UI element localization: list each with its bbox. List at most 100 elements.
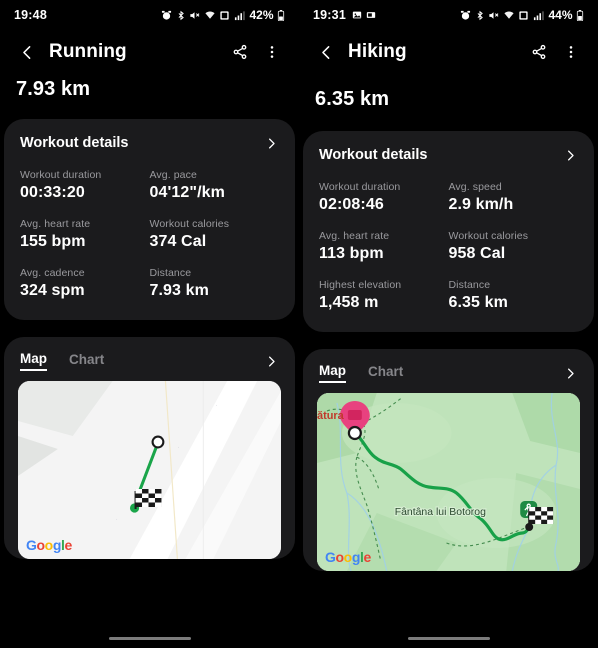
map-card-chevron-button[interactable] — [563, 366, 578, 381]
metric-item: Avg. speed 2.9 km/h — [449, 181, 579, 214]
tab-chart[interactable]: Chart — [368, 364, 403, 382]
tab-map[interactable]: Map — [20, 351, 47, 371]
start-marker — [347, 425, 362, 441]
app-bar-actions — [526, 39, 584, 65]
share-icon — [532, 44, 546, 60]
more-vert-icon — [270, 46, 274, 58]
workout-details-title: Workout details — [319, 147, 428, 163]
chevron-right-icon — [269, 138, 275, 148]
map-label-place-2: Fântâna lui Botorog — [395, 507, 486, 518]
share-button[interactable] — [227, 39, 253, 65]
map-canvas: ătura Fântâna lui Botorog — [317, 393, 580, 571]
battery-percent: 44% — [548, 8, 573, 22]
metric-item: Avg. heart rate 113 bpm — [319, 230, 449, 263]
metric-label: Workout duration — [319, 181, 401, 193]
metric-value: 113 bpm — [319, 245, 384, 262]
metric-item: Workout calories 958 Cal — [449, 230, 579, 263]
wifi-icon — [205, 10, 215, 19]
status-time: 19:31 — [313, 8, 346, 22]
metric-label: Workout duration — [20, 169, 102, 181]
map-preview-running[interactable]: · · · Google — [18, 381, 281, 559]
back-icon — [22, 45, 30, 59]
distance-headline: 7.93 km — [16, 78, 91, 100]
status-icons: 42% — [161, 8, 285, 22]
back-icon — [321, 45, 329, 59]
status-bar: 19:31 44% — [299, 0, 598, 30]
metric-value: 155 bpm — [20, 233, 86, 250]
map-canvas: · · · — [18, 381, 281, 559]
mute-icon — [489, 11, 499, 19]
status-time: 19:48 — [14, 8, 47, 22]
workout-details-header[interactable]: Workout details — [303, 131, 594, 163]
metrics-grid: Workout duration 00:33:20 Avg. pace 04'1… — [4, 151, 295, 320]
image-icon — [352, 11, 362, 19]
finish-flag-marker — [134, 489, 162, 509]
metric-item: Workout duration 02:08:46 — [319, 181, 449, 214]
tab-chart[interactable]: Chart — [69, 352, 104, 370]
metric-label: Workout calories — [448, 230, 529, 242]
workout-details-card[interactable]: Workout details Workout duration 00:33:2… — [4, 119, 295, 320]
metric-item: Distance 6.35 km — [449, 279, 579, 312]
metric-value: 00:33:20 — [20, 184, 85, 201]
share-icon — [233, 44, 247, 60]
metric-label: Workout calories — [149, 218, 230, 230]
battery-icon — [277, 9, 285, 21]
chevron-right-icon — [568, 368, 574, 378]
metric-item: Distance 7.93 km — [150, 267, 280, 300]
metric-item: Avg. heart rate 155 bpm — [20, 218, 150, 251]
more-options-button[interactable] — [558, 39, 584, 65]
signal-icon — [533, 10, 544, 20]
page-title: Running — [49, 41, 127, 62]
battery-icon — [576, 9, 584, 21]
chevron-right-icon — [568, 150, 574, 160]
tab-map[interactable]: Map — [319, 363, 346, 383]
metric-value: 02:08:46 — [319, 196, 384, 213]
workout-details-chevron-button[interactable] — [563, 148, 578, 163]
metric-value: 374 Cal — [149, 233, 207, 250]
page-title: Hiking — [348, 41, 407, 62]
sim-icon — [519, 10, 529, 20]
metrics-grid: Workout duration 02:08:46 Avg. speed 2.9… — [303, 163, 594, 332]
metric-value: 1,458 m — [319, 294, 379, 311]
map-card[interactable]: Map Chart ătura Fântâna lui Botorog Goog… — [303, 349, 594, 571]
sim-icon — [220, 10, 230, 20]
map-preview-hiking[interactable]: ătura Fântâna lui Botorog Google — [317, 393, 580, 571]
metric-label: Avg. pace — [149, 169, 197, 181]
alarm-icon — [461, 10, 471, 20]
wifi-icon — [504, 10, 514, 19]
more-options-button[interactable] — [259, 39, 285, 65]
chevron-right-icon — [269, 356, 275, 366]
workout-details-card[interactable]: Workout details Workout duration 02:08:4… — [303, 131, 594, 332]
map-label-place-1: ătura — [317, 410, 345, 422]
dual-screenshot-canvas: 19:48 42% Running 7.93 km Workout detail… — [0, 0, 598, 648]
mute-icon — [190, 11, 200, 19]
metric-value: 6.35 km — [448, 294, 508, 311]
gesture-bar[interactable] — [108, 636, 191, 640]
back-button[interactable] — [313, 39, 339, 65]
metric-value: 7.93 km — [149, 282, 209, 299]
google-watermark: Google — [325, 549, 371, 565]
screenshot-icon — [366, 12, 376, 18]
status-bar: 19:48 42% — [0, 0, 299, 30]
map-card-chevron-button[interactable] — [264, 354, 279, 369]
metric-label: Highest elevation — [319, 279, 402, 291]
gesture-bar[interactable] — [407, 636, 490, 640]
metric-label: Avg. heart rate — [319, 230, 390, 242]
google-watermark: Google — [26, 537, 72, 553]
bluetooth-icon — [477, 10, 483, 20]
workout-details-header[interactable]: Workout details — [4, 119, 295, 151]
metric-item: Workout duration 00:33:20 — [20, 169, 150, 202]
battery-percent: 42% — [249, 8, 274, 22]
bluetooth-icon — [178, 10, 184, 20]
metric-label: Avg. heart rate — [20, 218, 91, 230]
metric-value: 2.9 km/h — [448, 196, 514, 213]
map-card[interactable]: Map Chart · · · Google — [4, 337, 295, 559]
map-chart-tabs: Map Chart — [303, 349, 594, 393]
back-button[interactable] — [14, 39, 40, 65]
more-vert-icon — [569, 46, 573, 58]
workout-details-chevron-button[interactable] — [264, 136, 279, 151]
share-button[interactable] — [526, 39, 552, 65]
metric-item: Workout calories 374 Cal — [150, 218, 280, 251]
metric-item: Highest elevation 1,458 m — [319, 279, 449, 312]
distance-headline: 6.35 km — [315, 88, 390, 110]
